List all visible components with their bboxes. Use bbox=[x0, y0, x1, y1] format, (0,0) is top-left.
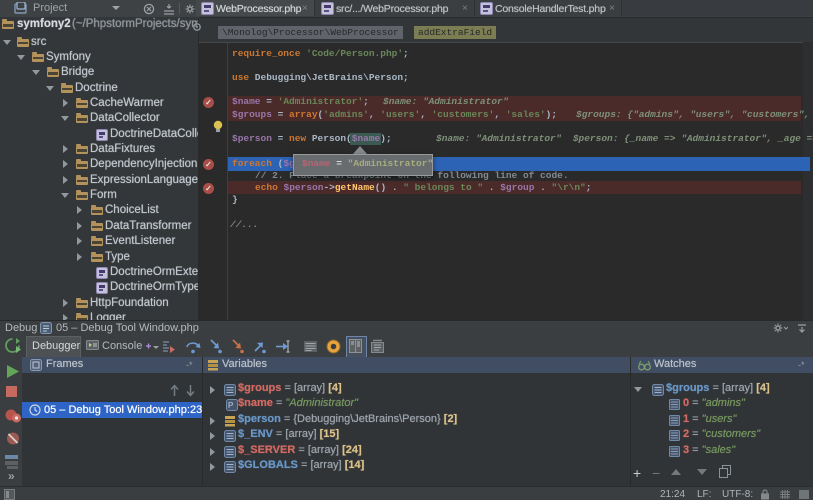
svg-text:P: P bbox=[228, 401, 233, 410]
